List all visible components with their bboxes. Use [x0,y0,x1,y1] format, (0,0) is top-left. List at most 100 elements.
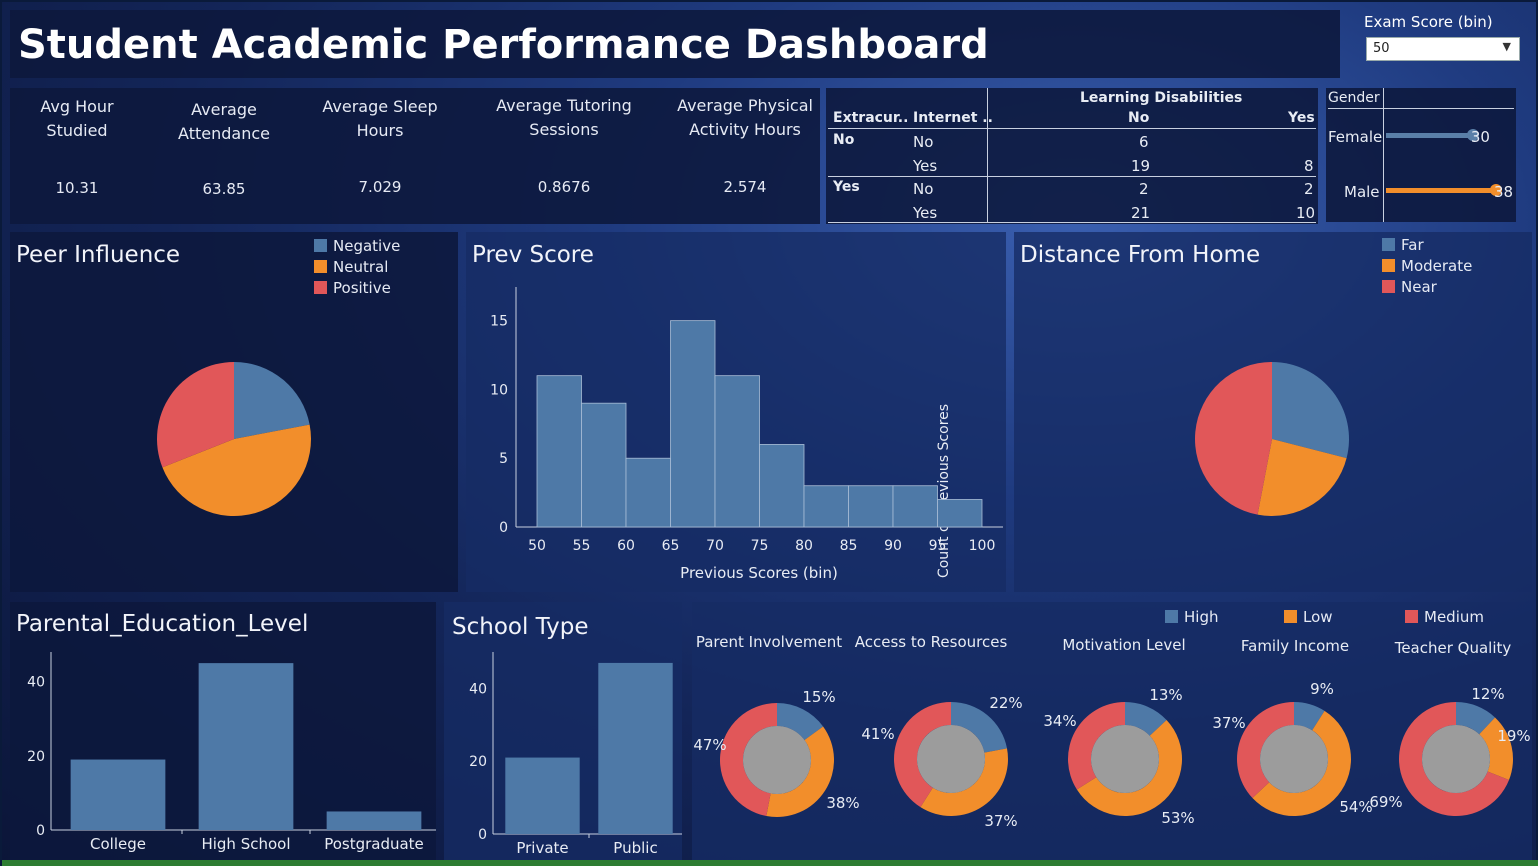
crosstab-cell-internet: Yes [913,157,938,175]
legend-label: Positive [333,279,391,297]
y-tick-label: 0 [478,827,487,843]
peer-influence-title: Peer Influence [16,242,181,268]
x-tick-label: Private [516,839,568,857]
donut-percent-label: 19% [1497,727,1530,745]
y-tick-label: 0 [499,520,508,536]
gender-value-female: 30 [1470,128,1490,146]
histogram-bar[interactable] [581,402,627,528]
kpi-label-tutoring: Average Tutoring Sessions [496,96,632,139]
kpi-label-sleep: Average Sleep Hours [322,97,438,140]
x-tick-label: 85 [840,538,858,554]
donut-percent-label: 41% [861,725,894,743]
x-tick-label: College [90,835,146,853]
donut-title: Teacher Quality [1394,639,1512,657]
kpi-label-hours-studied: Avg Hour Studied [40,97,114,140]
histogram-bar[interactable] [803,485,849,528]
gender-label-female: Female [1328,128,1383,146]
x-tick-label: 60 [617,538,635,554]
x-tick-label: 70 [706,538,724,554]
crosstab-col-internet: Internet .. [913,110,993,126]
donut-percent-label: 9% [1310,680,1334,698]
exam-score-filter-dropdown[interactable]: 50 ▼ [1366,37,1520,61]
crosstab-divider [987,88,988,222]
crosstab-panel [826,88,1318,224]
crosstab-cell-no: 19 [1131,157,1151,175]
donut-charts: Parent Involvement 15% 38% 47% Access to Res… [693,633,1530,830]
gender-value-male: 38 [1494,183,1514,201]
x-tick-label: High School [201,835,290,853]
peer-influence-pie [157,362,311,516]
donut-percent-label: 15% [802,688,835,706]
histogram-bar[interactable] [670,320,716,528]
bar-high-school[interactable] [198,663,294,830]
donut-percent-label: 69% [1369,793,1402,811]
legend-label: Far [1401,236,1424,254]
crosstab-sub-no: No [1128,110,1150,126]
kpi-value-attendance: 63.85 [202,180,246,198]
histogram-bar[interactable] [848,485,894,528]
histogram-bar[interactable] [892,485,938,528]
x-tick-label: 55 [573,538,591,554]
exam-score-filter-label: Exam Score (bin) [1364,13,1493,31]
x-tick-label: 80 [795,538,813,554]
crosstab-divider [828,222,1316,223]
crosstab-group-header: Learning Disabilities [1080,90,1243,106]
donut-hole [1260,725,1328,793]
kpi-label-physical: Average Physical Activity Hours [677,96,813,139]
y-tick-label: 15 [490,314,508,330]
donut-percent-label: 37% [1212,714,1245,732]
donut-hole [1422,725,1490,793]
x-tick-label: 95 [929,538,947,554]
school-type-bar-chart: Private Public 0 20 40 [469,652,682,857]
distance-title: Distance From Home [1020,242,1261,268]
legend-swatch [314,260,327,273]
histogram-bar[interactable] [937,499,983,528]
histogram-bar[interactable] [625,457,671,528]
x-tick-label: 50 [528,538,546,554]
bar-private[interactable] [505,757,580,834]
donut-hole [1091,725,1159,793]
legend-label: Neutral [333,258,389,276]
histogram-bar[interactable] [714,375,760,528]
parental-title: Parental_Education_Level [16,611,309,637]
dashboard-title: Student Academic Performance Dashboard [18,22,989,68]
donut-title: Parent Involvement [696,633,842,651]
bar-college[interactable] [70,759,166,830]
gender-title: Gender [1328,90,1380,106]
histogram-bar[interactable] [759,444,805,528]
donut-title: Motivation Level [1062,636,1185,654]
y-tick-label: 20 [469,754,487,770]
chevron-down-icon[interactable]: ▼ [1503,40,1511,53]
legend-label: Near [1401,278,1437,296]
legend-near: Near [1382,278,1437,296]
legend-negative: Negative [314,237,400,255]
crosstab-cell-no: 2 [1139,180,1149,198]
donut-title: Family Income [1241,637,1349,655]
y-tick-label: 40 [469,681,487,697]
legend-positive: Positive [314,279,391,297]
legend-swatch [1382,238,1395,251]
bar-public[interactable] [598,662,673,834]
crosstab-cell-internet: No [913,133,934,151]
legend-swatch [1382,259,1395,272]
pie-slice-near[interactable] [1195,362,1272,515]
histogram-bar[interactable] [536,375,582,528]
bar-postgraduate[interactable] [326,811,422,830]
donut-percent-label: 53% [1161,809,1194,827]
gender-label-male: Male [1344,183,1380,201]
x-tick-label: 100 [969,538,996,554]
legend-swatch [1382,280,1395,293]
donut-percent-label: 34% [1043,712,1076,730]
legend-moderate: Moderate [1382,257,1472,275]
legend-label: Negative [333,237,401,255]
prev-x-axis-title: Previous Scores (bin) [680,564,838,582]
donut-percent-label: 47% [693,736,726,754]
crosstab-cell-internet: No [913,180,934,198]
legend-swatch [314,281,327,294]
legend-neutral: Neutral [314,258,388,276]
x-tick-label: 75 [751,538,769,554]
gender-bar-female [1386,133,1473,138]
crosstab-cell-yes: 10 [1296,204,1316,222]
kpi-value-sleep: 7.029 [358,178,402,196]
donut-percent-label: 12% [1471,685,1504,703]
